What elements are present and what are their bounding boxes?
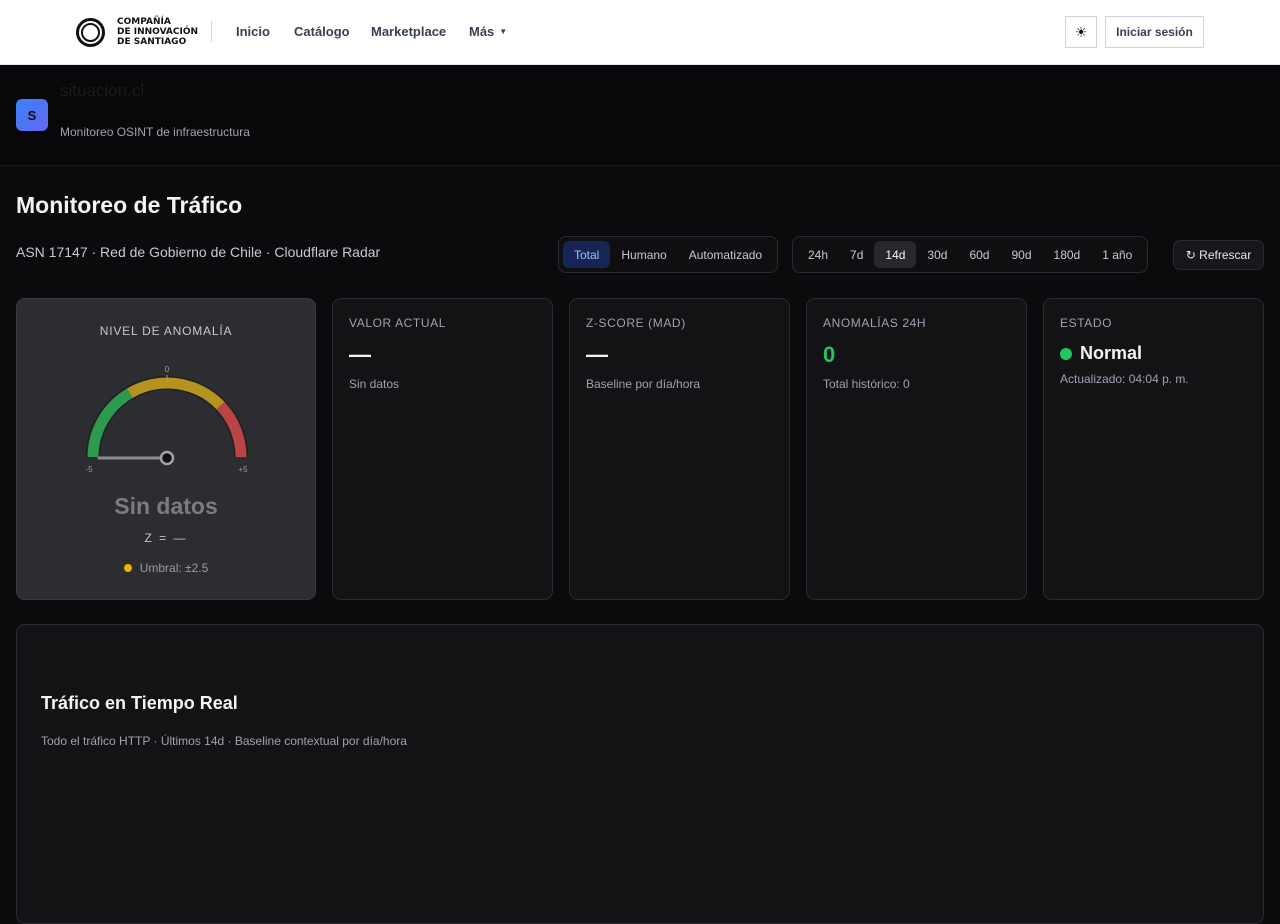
gauge-track — [86, 376, 248, 458]
site-tagline: Monitoreo OSINT de infraestructura — [60, 125, 250, 139]
chevron-down-icon: ▼ — [499, 27, 508, 36]
threshold-dot-icon — [123, 564, 132, 572]
range-option-30d[interactable]: 30d — [916, 241, 958, 268]
stat-value: — — [586, 342, 608, 367]
traffic-subtitle: Todo el tráfico HTTP · Últimos 14d · Bas… — [41, 734, 407, 748]
stat-sub: Baseline por día/hora — [586, 377, 701, 391]
gauge-arc-normal — [87, 388, 133, 458]
range-option-90d[interactable]: 90d — [1000, 241, 1042, 268]
traffic-type-selector: Total Humano Automatizado — [558, 236, 779, 273]
stat-label: VALOR ACTUAL — [349, 316, 447, 330]
logo-ring-icon — [76, 17, 105, 47]
time-range-selector: 24h 7d 14d 30d 60d 90d 180d 1 año — [792, 236, 1149, 273]
nav-divider — [211, 21, 212, 42]
sun-icon: ☀ — [1074, 23, 1088, 40]
login-button[interactable]: Iniciar sesión — [1105, 16, 1204, 48]
site-name[interactable]: situacion.cl — [60, 81, 144, 101]
logo-line: COMPAÑÍA — [117, 17, 171, 27]
anomaly-gauge: 0 -5 +5 — [85, 365, 248, 474]
range-option-60d[interactable]: 60d — [958, 241, 1000, 268]
range-option-7d[interactable]: 7d — [839, 241, 874, 268]
page-title: Monitoreo de Tráfico — [16, 192, 243, 218]
theme-toggle-button[interactable]: ☀ — [1065, 16, 1097, 48]
range-option-1-year[interactable]: 1 año — [1091, 241, 1143, 268]
range-option-180d[interactable]: 180d — [1043, 241, 1092, 268]
type-option-automatizado[interactable]: Automatizado — [678, 241, 773, 268]
type-option-total[interactable]: Total — [563, 241, 611, 268]
nav-mas-label: Más — [469, 24, 495, 39]
status-updated: Actualizado: 04:04 p. m. — [1060, 372, 1189, 386]
nav-link-mas[interactable]: Más ▼ — [469, 24, 507, 39]
range-option-24h[interactable]: 24h — [797, 241, 839, 268]
page-subtitle: ASN 17147 · Red de Gobierno de Chile · C… — [16, 244, 381, 260]
nav-link-inicio[interactable]: Inicio — [236, 24, 270, 39]
gauge-mid-label: 0 — [165, 365, 170, 374]
nav-link-catalogo[interactable]: Catálogo — [294, 24, 350, 39]
company-logo[interactable]: COMPAÑÍA DE INNOVACIÓN DE SANTIAGO — [76, 17, 201, 47]
status-value: Normal — [1080, 343, 1143, 363]
status-row: Normal — [1060, 343, 1142, 364]
realtime-traffic-panel: Tráfico en Tiempo Real Todo el tráfico H… — [16, 624, 1264, 924]
site-header: S situacion.cl Monitoreo OSINT de infrae… — [0, 65, 1280, 166]
current-value-card: VALOR ACTUAL — Sin datos — [332, 298, 553, 600]
gauge-z-score: Z = — — [144, 531, 188, 545]
range-option-14d[interactable]: 14d — [874, 241, 917, 268]
gauge-threshold: Umbral: ±2.5 — [17, 561, 315, 575]
status-card: ESTADO Normal Actualizado: 04:04 p. m. — [1043, 298, 1264, 600]
threshold-label: Umbral: ±2.5 — [139, 561, 209, 575]
gauge-title: NIVEL DE ANOMALÍA — [99, 324, 233, 338]
gauge-min-label: -5 — [85, 465, 93, 474]
zscore-card: Z-SCORE (MAD) — Baseline por día/hora — [569, 298, 790, 600]
logo-line: DE INNOVACIÓN — [117, 27, 199, 37]
stat-label: Z-SCORE (MAD) — [586, 316, 686, 330]
site-badge: S — [16, 99, 48, 131]
stat-label: ANOMALÍAS 24H — [823, 316, 927, 330]
top-navbar: COMPAÑÍA DE INNOVACIÓN DE SANTIAGO Inici… — [0, 0, 1280, 65]
logo-line: DE SANTIAGO — [117, 37, 187, 47]
gauge-max-label: +5 — [238, 465, 248, 474]
gauge-pivot — [159, 450, 175, 466]
anomaly-gauge-card: NIVEL DE ANOMALÍA 0 -5 +5 Sin datos Z = … — [16, 298, 316, 600]
stat-label: ESTADO — [1060, 316, 1113, 330]
type-option-humano[interactable]: Humano — [610, 241, 677, 268]
nav-link-marketplace[interactable]: Marketplace — [371, 24, 446, 39]
traffic-title: Tráfico en Tiempo Real — [41, 693, 238, 713]
status-dot-icon — [1060, 347, 1072, 360]
stat-sub: Sin datos — [349, 377, 400, 391]
anomalies-card: ANOMALÍAS 24H 0 Total histórico: 0 — [806, 298, 1027, 600]
stat-value: — — [349, 342, 371, 367]
refresh-button[interactable]: ↻ Refrescar — [1173, 240, 1264, 270]
stat-value: 0 — [823, 342, 836, 367]
stat-sub: Total histórico: 0 — [823, 377, 910, 391]
gauge-status: Sin datos — [114, 493, 218, 519]
